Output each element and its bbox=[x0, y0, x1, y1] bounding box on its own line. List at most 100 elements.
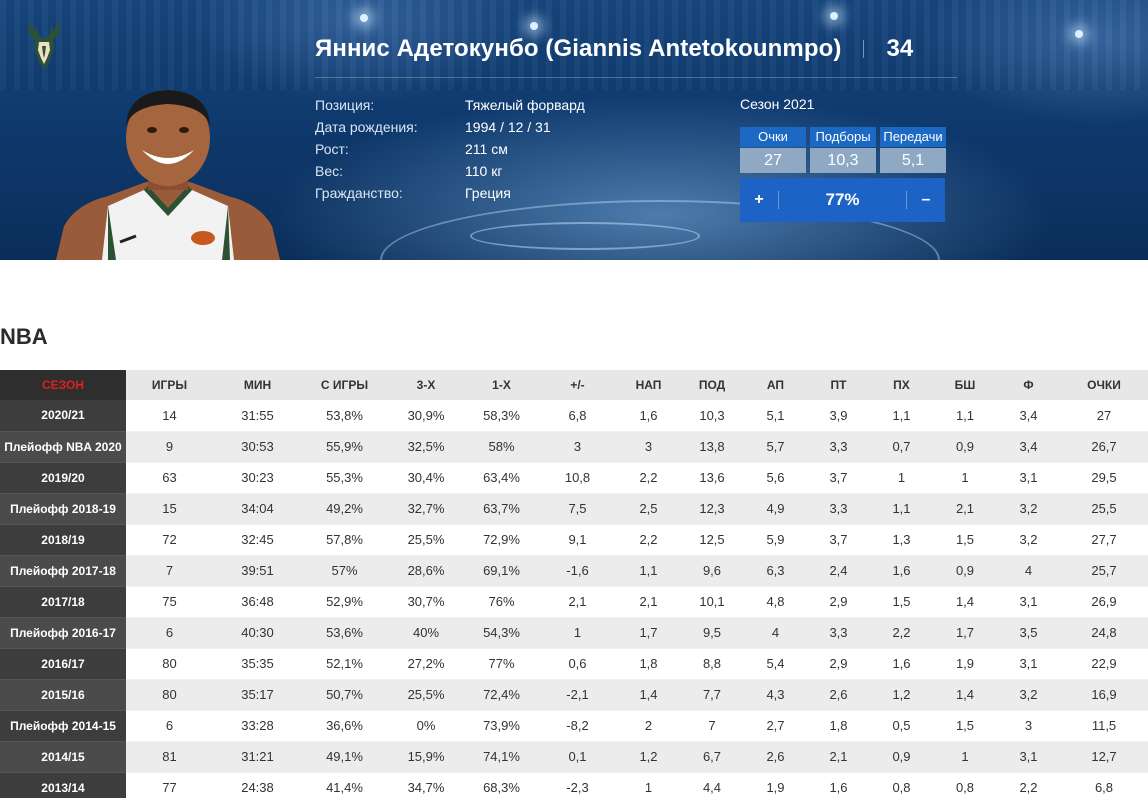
player-info: Позиция: Тяжелый форвард Дата рождения: … bbox=[315, 94, 585, 204]
table-cell: 7 bbox=[680, 710, 744, 742]
table-cell: 63,4% bbox=[465, 462, 538, 494]
column-header[interactable]: ПТ bbox=[807, 370, 870, 400]
player-name-row: Яннис Адетокунбо (Giannis Antetokounmpo)… bbox=[315, 33, 913, 65]
table-cell: 0,6 bbox=[538, 648, 617, 680]
season-cell[interactable]: Плейофф 2014-15 bbox=[0, 710, 126, 742]
table-cell: 11,5 bbox=[1060, 710, 1148, 742]
table-cell: 6,8 bbox=[538, 400, 617, 432]
table-cell: 3,1 bbox=[997, 462, 1060, 494]
stats-table: СЕЗОН ИГРЫ МИН С ИГРЫ 3-Х 1-Х +/- НАП ПО… bbox=[0, 370, 1148, 798]
table-cell: 10,3 bbox=[680, 400, 744, 432]
table-cell: 3,9 bbox=[807, 400, 870, 432]
bucks-deer-logo-icon[interactable] bbox=[22, 16, 66, 74]
column-header[interactable]: ИГРЫ bbox=[126, 370, 213, 400]
column-header[interactable]: ПОД bbox=[680, 370, 744, 400]
table-cell: 0,1 bbox=[538, 741, 617, 773]
table-cell: 74,1% bbox=[465, 741, 538, 773]
arena-light bbox=[1075, 30, 1083, 38]
table-cell: 3 bbox=[617, 431, 680, 463]
season-cell[interactable]: Плейофф 2016-17 bbox=[0, 617, 126, 649]
table-cell: 4,4 bbox=[680, 772, 744, 798]
season-cell[interactable]: Плейофф 2018-19 bbox=[0, 493, 126, 525]
table-cell: 30,4% bbox=[387, 462, 465, 494]
table-cell: 1,8 bbox=[807, 710, 870, 742]
table-cell: 9 bbox=[126, 431, 213, 463]
table-cell: 7,5 bbox=[538, 493, 617, 525]
table-cell: 2,5 bbox=[617, 493, 680, 525]
table-cell: 22,9 bbox=[1060, 648, 1148, 680]
season-cell[interactable]: 2020/21 bbox=[0, 400, 126, 432]
table-row: 2017/18 75 36:48 52,9% 30,7% 76% 2,1 2,1 10,1 4,8… bbox=[0, 586, 1148, 618]
table-cell: 5,7 bbox=[744, 431, 807, 463]
table-cell: 69,1% bbox=[465, 555, 538, 587]
divider bbox=[863, 40, 865, 58]
column-header[interactable]: С ИГРЫ bbox=[302, 370, 387, 400]
season-cell[interactable]: 2017/18 bbox=[0, 586, 126, 618]
info-value: 1994 / 12 / 31 bbox=[465, 119, 551, 135]
table-cell: 72,9% bbox=[465, 524, 538, 556]
stat-label: Очки bbox=[740, 127, 806, 147]
column-header[interactable]: Ф bbox=[997, 370, 1060, 400]
table-row: Плейофф 2014-15 6 33:28 36,6% 0% 73,9% -8,2 2 7 2… bbox=[0, 710, 1148, 742]
column-header[interactable]: БШ bbox=[933, 370, 997, 400]
table-cell: 1,2 bbox=[617, 741, 680, 773]
table-cell: 80 bbox=[126, 679, 213, 711]
table-cell: 2,6 bbox=[744, 741, 807, 773]
rating-minus-button[interactable]: – bbox=[907, 178, 945, 222]
season-cell[interactable]: 2013/14 bbox=[0, 772, 126, 798]
table-cell: 0,9 bbox=[933, 431, 997, 463]
table-cell: 1 bbox=[933, 462, 997, 494]
table-cell: 2,1 bbox=[807, 741, 870, 773]
table-cell: 34:04 bbox=[213, 493, 302, 525]
info-value: 110 кг bbox=[465, 163, 503, 179]
table-cell: 55,3% bbox=[302, 462, 387, 494]
column-header[interactable]: АП bbox=[744, 370, 807, 400]
table-cell: 4,9 bbox=[744, 493, 807, 525]
table-row: 2020/21 14 31:55 53,8% 30,9% 58,3% 6,8 1,6 10,3 5… bbox=[0, 400, 1148, 432]
season-cell[interactable]: 2016/17 bbox=[0, 648, 126, 680]
table-cell: 12,5 bbox=[680, 524, 744, 556]
table-cell: 1 bbox=[538, 617, 617, 649]
table-row: 2019/20 63 30:23 55,3% 30,4% 63,4% 10,8 2,2 13,6… bbox=[0, 462, 1148, 494]
column-header[interactable]: 1-Х bbox=[465, 370, 538, 400]
table-cell: -2,3 bbox=[538, 772, 617, 798]
season-cell[interactable]: 2014/15 bbox=[0, 741, 126, 773]
table-cell: 10,1 bbox=[680, 586, 744, 618]
season-cell[interactable]: Плейофф 2017-18 bbox=[0, 555, 126, 587]
column-header[interactable]: 3-Х bbox=[387, 370, 465, 400]
table-cell: 2,2 bbox=[617, 462, 680, 494]
table-cell: 32:45 bbox=[213, 524, 302, 556]
table-cell: 2,6 bbox=[807, 679, 870, 711]
stat-value: 10,3 bbox=[810, 148, 876, 173]
column-header[interactable]: ОЧКИ bbox=[1060, 370, 1148, 400]
column-header[interactable]: ПХ bbox=[870, 370, 933, 400]
table-cell: 1,6 bbox=[807, 772, 870, 798]
table-cell: 77% bbox=[465, 648, 538, 680]
table-cell: 3,1 bbox=[997, 586, 1060, 618]
table-cell: 36:48 bbox=[213, 586, 302, 618]
column-header[interactable]: +/- bbox=[538, 370, 617, 400]
column-header-season[interactable]: СЕЗОН bbox=[0, 370, 126, 400]
rating-plus-button[interactable]: + bbox=[740, 178, 778, 222]
table-cell: 1,1 bbox=[870, 493, 933, 525]
season-cell[interactable]: 2015/16 bbox=[0, 679, 126, 711]
table-cell: 3,3 bbox=[807, 493, 870, 525]
table-cell: 0,9 bbox=[870, 741, 933, 773]
player-portrait bbox=[56, 90, 280, 260]
table-cell: 1,9 bbox=[933, 648, 997, 680]
column-header[interactable]: НАП bbox=[617, 370, 680, 400]
column-header[interactable]: МИН bbox=[213, 370, 302, 400]
stat-label: Передачи bbox=[880, 127, 946, 147]
table-cell: 5,1 bbox=[744, 400, 807, 432]
season-cell[interactable]: 2019/20 bbox=[0, 462, 126, 494]
table-cell: 57,8% bbox=[302, 524, 387, 556]
season-cell[interactable]: Плейофф NBA 2020 bbox=[0, 431, 126, 463]
table-cell: 2,7 bbox=[744, 710, 807, 742]
info-label: Рост: bbox=[315, 141, 349, 157]
season-cell[interactable]: 2018/19 bbox=[0, 524, 126, 556]
arena-light bbox=[530, 22, 538, 30]
table-cell: 3,3 bbox=[807, 431, 870, 463]
player-hero-banner: Яннис Адетокунбо (Giannis Antetokounmpo)… bbox=[0, 0, 1148, 260]
info-row-position: Позиция: Тяжелый форвард bbox=[315, 94, 585, 116]
table-cell: 1,6 bbox=[617, 400, 680, 432]
